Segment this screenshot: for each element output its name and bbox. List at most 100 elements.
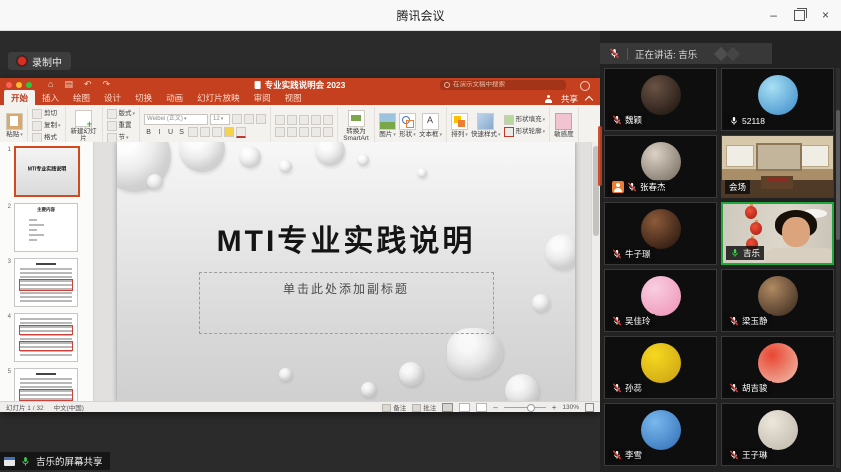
close-button[interactable]: × bbox=[822, 8, 829, 22]
reset-icon[interactable] bbox=[107, 121, 117, 131]
participant-tile-王子琳[interactable]: 王子琳 bbox=[721, 403, 834, 466]
align-left-icon[interactable] bbox=[275, 127, 285, 137]
ppt-tab-插入[interactable]: 插入 bbox=[35, 90, 66, 105]
textbox-icon[interactable] bbox=[422, 113, 439, 130]
shape-outline-button[interactable]: 形状轮廓 bbox=[516, 128, 546, 136]
ppt-tab-设计[interactable]: 设计 bbox=[97, 90, 128, 105]
font-style-I[interactable]: I bbox=[155, 129, 164, 136]
slide-thumbnail-2[interactable]: 主要内容 bbox=[14, 203, 78, 252]
minimize-button[interactable]: – bbox=[770, 8, 777, 22]
slide-thumbnail-4[interactable] bbox=[14, 313, 78, 362]
ppt-search-box[interactable] bbox=[440, 80, 566, 90]
justify-icon[interactable] bbox=[311, 127, 321, 137]
participant-tile-张春杰[interactable]: 张春杰 bbox=[604, 135, 717, 198]
align-center-icon[interactable] bbox=[287, 127, 297, 137]
new-slide-button[interactable]: 新建幻灯片 bbox=[70, 128, 98, 142]
columns-icon[interactable] bbox=[323, 127, 333, 137]
ppt-tab-动画[interactable]: 动画 bbox=[159, 90, 190, 105]
participant-tile-梁玉静[interactable]: 梁玉静 bbox=[721, 269, 834, 332]
feedback-smiley-icon[interactable] bbox=[580, 81, 590, 91]
comments-toggle[interactable]: 批注 bbox=[412, 402, 436, 412]
quick-styles-button[interactable]: 快速样式 bbox=[471, 131, 501, 139]
collapse-ribbon-icon[interactable] bbox=[585, 96, 593, 104]
ppt-tab-绘图[interactable]: 绘图 bbox=[66, 90, 97, 105]
participant-tile-吴佳玲[interactable]: 吴佳玲 bbox=[604, 269, 717, 332]
font-style-B[interactable]: B bbox=[144, 129, 153, 136]
slide-subtitle-placeholder[interactable]: 单击此处添加副标题 bbox=[199, 272, 494, 334]
quick-styles-icon[interactable] bbox=[477, 113, 494, 130]
font-size-select[interactable]: 12 bbox=[210, 114, 230, 125]
shrink-font-icon[interactable] bbox=[244, 114, 254, 124]
copy-button[interactable]: 复制 bbox=[44, 122, 61, 130]
sensitivity-icon[interactable] bbox=[555, 113, 572, 130]
arrange-button[interactable]: 排列 bbox=[451, 131, 468, 139]
normal-view-button[interactable] bbox=[442, 403, 453, 412]
arrange-icon[interactable] bbox=[451, 113, 468, 130]
ppt-tab-幻灯片放映[interactable]: 幻灯片放映 bbox=[190, 90, 247, 105]
notes-toggle[interactable]: 备注 bbox=[382, 402, 406, 412]
language-indicator[interactable]: 中文(中国) bbox=[54, 402, 84, 412]
clear-formatting-icon[interactable] bbox=[256, 114, 266, 124]
ppt-tab-切换[interactable]: 切换 bbox=[128, 90, 159, 105]
copy-icon[interactable] bbox=[32, 121, 42, 131]
participant-tile-胡吉骏[interactable]: 胡吉骏 bbox=[721, 336, 834, 399]
shape-fill-icon[interactable] bbox=[504, 115, 514, 125]
cut-button[interactable]: 剪切 bbox=[44, 110, 57, 117]
search-input[interactable] bbox=[453, 81, 562, 88]
ppt-tab-视图[interactable]: 视图 bbox=[278, 90, 309, 105]
slide-sorter-view-button[interactable] bbox=[459, 403, 470, 412]
strikethrough-icon[interactable] bbox=[188, 127, 198, 137]
participant-tile-牛子璟[interactable]: 牛子璟 bbox=[604, 202, 717, 265]
slide-thumbnail-5[interactable] bbox=[14, 368, 78, 402]
zoom-slider[interactable] bbox=[504, 407, 546, 408]
participant-tile-孙蕊[interactable]: 孙蕊 bbox=[604, 336, 717, 399]
text-shadow-icon[interactable] bbox=[200, 127, 210, 137]
ppt-share-button[interactable]: 共享 bbox=[561, 93, 578, 105]
indent-more-icon[interactable] bbox=[311, 115, 321, 125]
participant-tile-会场[interactable]: 会场 bbox=[721, 135, 834, 198]
participant-tile-52118[interactable]: 52118 bbox=[721, 68, 834, 131]
font-style-S[interactable]: S bbox=[177, 129, 186, 136]
smartart-button[interactable]: 转换为SmartArt bbox=[342, 128, 370, 142]
panel-collapse-handle[interactable] bbox=[598, 126, 602, 186]
fit-slide-icon[interactable] bbox=[585, 403, 594, 412]
mac-close-icon[interactable] bbox=[6, 82, 12, 88]
highlight-color-icon[interactable] bbox=[224, 127, 234, 137]
align-right-icon[interactable] bbox=[299, 127, 309, 137]
format-painter-button[interactable]: 格式 bbox=[44, 134, 57, 141]
layout-icon[interactable] bbox=[107, 109, 117, 119]
restore-button[interactable] bbox=[794, 10, 805, 21]
font-style-U[interactable]: U bbox=[166, 129, 175, 136]
indent-less-icon[interactable] bbox=[299, 115, 309, 125]
cut-icon[interactable] bbox=[32, 109, 42, 119]
zoom-level[interactable]: 130% bbox=[562, 404, 579, 411]
slide-title[interactable]: MTI专业实践说明 bbox=[117, 216, 575, 260]
zoom-slider-knob[interactable] bbox=[527, 404, 535, 412]
line-spacing-icon[interactable] bbox=[323, 115, 333, 125]
smartart-icon[interactable] bbox=[348, 110, 365, 127]
slide-thumbnail-1[interactable]: MTI专业实践说明 bbox=[14, 146, 80, 197]
font-color-icon[interactable] bbox=[236, 127, 246, 138]
ppt-tab-审阅[interactable]: 审阅 bbox=[247, 90, 278, 105]
slideshow-view-button[interactable] bbox=[476, 403, 487, 412]
shapes-icon[interactable] bbox=[399, 113, 416, 130]
char-spacing-icon[interactable] bbox=[212, 127, 222, 137]
picture-button[interactable]: 图片 bbox=[379, 131, 396, 139]
shape-outline-icon[interactable] bbox=[504, 127, 514, 137]
reset-button[interactable]: 重置 bbox=[119, 122, 132, 129]
zoom-out-icon[interactable] bbox=[493, 403, 497, 412]
numbering-icon[interactable] bbox=[287, 115, 297, 125]
section-button[interactable]: 节 bbox=[119, 134, 129, 142]
zoom-in-icon[interactable] bbox=[552, 403, 557, 412]
participant-tile-李雪[interactable]: 李雪 bbox=[604, 403, 717, 466]
new-slide-icon[interactable] bbox=[75, 110, 92, 127]
sensitivity-button[interactable]: 敏感度 bbox=[554, 131, 574, 138]
paste-button[interactable]: 粘贴 bbox=[6, 131, 23, 139]
participant-tile-吉乐[interactable]: 吉乐 bbox=[721, 202, 834, 265]
layout-button[interactable]: 版式 bbox=[119, 110, 136, 118]
slide-thumbnail-3[interactable] bbox=[14, 258, 78, 307]
picture-icon[interactable] bbox=[379, 113, 396, 130]
textbox-button[interactable]: 文本框 bbox=[419, 131, 442, 139]
section-icon[interactable] bbox=[107, 133, 117, 143]
bullets-icon[interactable] bbox=[275, 115, 285, 125]
